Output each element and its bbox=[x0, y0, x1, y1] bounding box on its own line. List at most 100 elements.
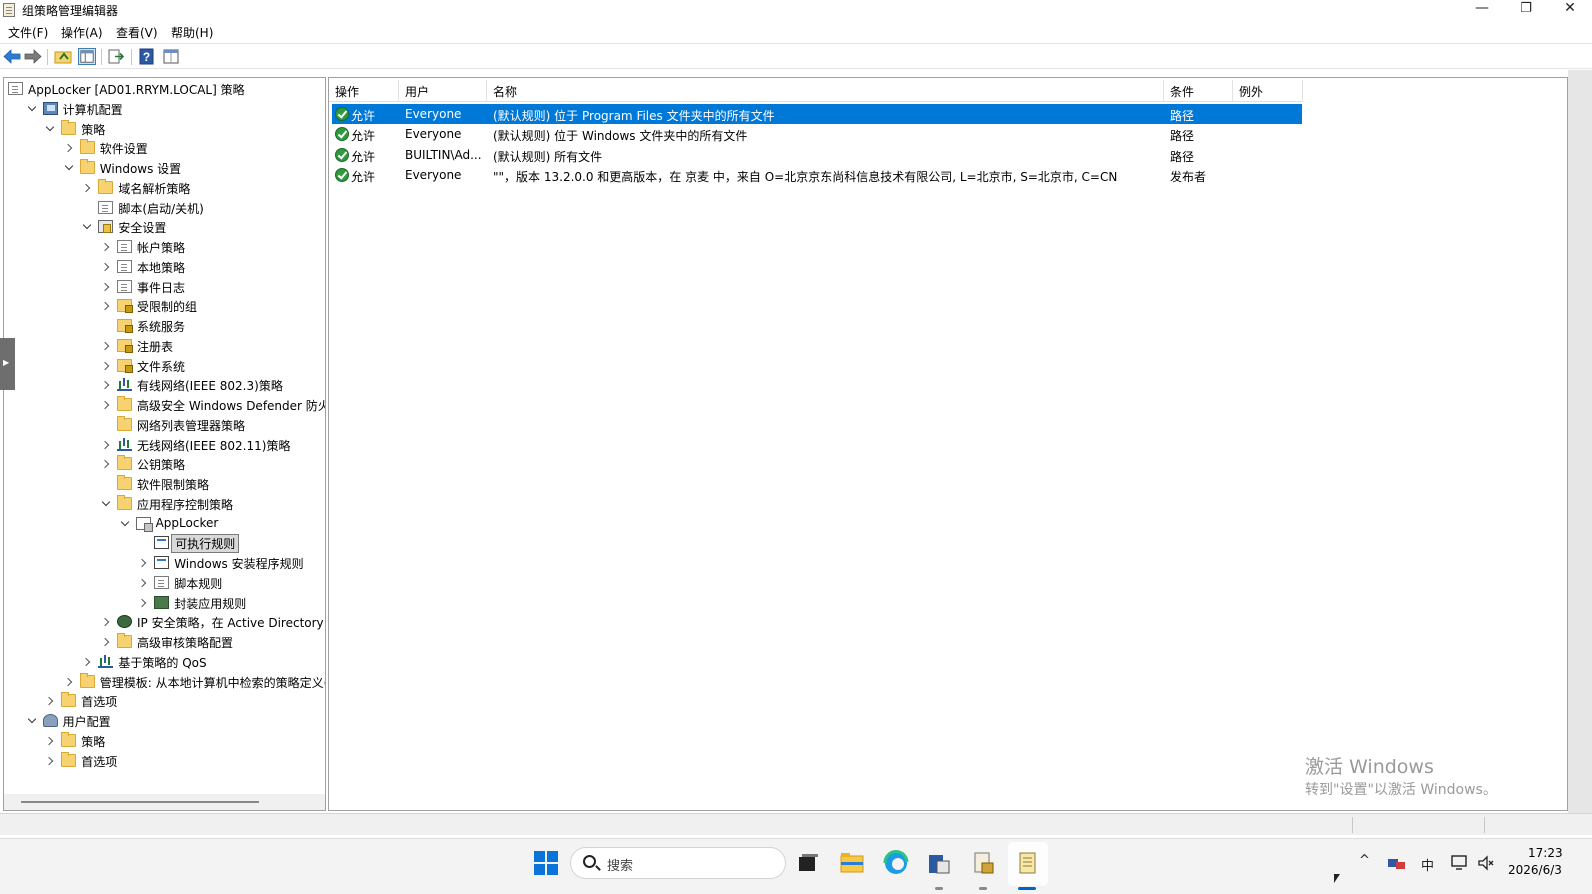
tree-item-label: Windows 设置 bbox=[99, 162, 182, 176]
server-manager-icon[interactable] bbox=[925, 849, 953, 877]
column-header-condition[interactable]: 条件 bbox=[1164, 80, 1233, 102]
chevron-down-icon[interactable] bbox=[27, 104, 37, 114]
check-icon bbox=[335, 107, 349, 121]
menu-action[interactable]: 操作(A) bbox=[61, 24, 103, 41]
gpo-management-icon[interactable] bbox=[969, 849, 997, 877]
chevron-right-icon[interactable] bbox=[101, 361, 111, 371]
status-separator bbox=[1484, 817, 1485, 833]
rules-list-pane[interactable]: 操作 用户 名称 条件 例外 允许 Everyone (默认规则) 位于 Pro… bbox=[328, 77, 1568, 811]
chevron-up-icon[interactable]: ^ bbox=[1359, 853, 1370, 868]
chevron-right-icon[interactable] bbox=[101, 459, 111, 469]
tree-item-label: IP 安全策略，在 Active Directory (RR bbox=[137, 616, 325, 631]
chevron-down-icon[interactable] bbox=[64, 163, 74, 173]
tree-item-label: 公钥策略 bbox=[137, 458, 186, 473]
chevron-right-icon[interactable] bbox=[64, 143, 74, 153]
ime-indicator[interactable]: 中 bbox=[1421, 855, 1434, 874]
folder-icon bbox=[79, 159, 95, 174]
ipsec-icon bbox=[117, 615, 132, 629]
column-header-action[interactable]: 操作 bbox=[329, 80, 399, 102]
clock-date[interactable]: 2026/6/3 bbox=[1508, 863, 1562, 877]
tree-item-label: 域名解析策略 bbox=[118, 181, 191, 196]
chevron-right-icon[interactable] bbox=[101, 282, 111, 292]
toolbar-separator bbox=[47, 49, 48, 65]
chevron-right-icon[interactable] bbox=[101, 301, 111, 311]
tree-item-label: 脚本规则 bbox=[174, 576, 223, 591]
chevron-right-icon[interactable] bbox=[138, 558, 148, 568]
chevron-right-icon[interactable] bbox=[101, 440, 111, 450]
edge-browser-icon[interactable] bbox=[882, 849, 910, 877]
forward-arrow-icon[interactable] bbox=[24, 48, 42, 65]
chevron-right-icon[interactable] bbox=[82, 657, 92, 667]
column-header-name[interactable]: 名称 bbox=[487, 80, 1164, 102]
folder-icon bbox=[98, 178, 114, 194]
scrollbar-thumb[interactable] bbox=[21, 801, 259, 803]
start-button[interactable] bbox=[534, 851, 558, 875]
chevron-right-icon[interactable] bbox=[45, 736, 55, 746]
export-list-icon[interactable] bbox=[107, 48, 125, 65]
folder-up-icon[interactable] bbox=[54, 48, 72, 65]
file-explorer-icon[interactable] bbox=[838, 849, 866, 877]
check-icon bbox=[335, 127, 349, 141]
table-row[interactable]: 允许 Everyone ""，版本 13.2.0.0 和更高版本，在 京麦 中，… bbox=[332, 165, 1302, 185]
back-arrow-icon[interactable] bbox=[3, 48, 21, 65]
chevron-right-icon[interactable] bbox=[45, 756, 55, 766]
chevron-right-icon bbox=[101, 420, 111, 430]
chevron-right-icon[interactable] bbox=[101, 637, 111, 647]
list-header: 操作 用户 名称 条件 例外 bbox=[329, 80, 1303, 102]
chevron-down-icon[interactable] bbox=[27, 716, 37, 726]
tree-item-label: 高级安全 Windows Defender 防火墙 bbox=[137, 399, 326, 413]
speaker-muted-icon[interactable] bbox=[1477, 855, 1495, 871]
folder-icon bbox=[61, 119, 77, 135]
chevron-right-icon[interactable] bbox=[138, 578, 148, 588]
clock-time[interactable]: 17:23 bbox=[1528, 846, 1563, 860]
chevron-right-icon[interactable] bbox=[101, 242, 111, 252]
cell-user: Everyone bbox=[405, 107, 462, 121]
toolbar-separator bbox=[101, 49, 102, 65]
table-row[interactable]: 允许 Everyone (默认规则) 位于 Windows 文件夹中的所有文件 … bbox=[332, 124, 1302, 144]
table-row[interactable]: 允许 Everyone (默认规则) 位于 Program Files 文件夹中… bbox=[332, 104, 1302, 124]
column-header-exception[interactable]: 例外 bbox=[1233, 80, 1303, 102]
chevron-right-icon[interactable] bbox=[101, 617, 111, 627]
chevron-right-icon[interactable] bbox=[101, 341, 111, 351]
search-placeholder: 搜索 bbox=[607, 859, 634, 874]
menu-file[interactable]: 文件(F) bbox=[8, 24, 48, 41]
chevron-right-icon[interactable] bbox=[101, 400, 111, 410]
chevron-right-icon[interactable] bbox=[138, 598, 148, 608]
view-pane-icon[interactable] bbox=[162, 48, 180, 65]
gpo-editor-taskbar-icon[interactable] bbox=[1013, 849, 1041, 877]
minimize-button[interactable]: — bbox=[1460, 0, 1504, 18]
show-hide-tree-icon[interactable] bbox=[78, 48, 96, 65]
menu-help[interactable]: 帮助(H) bbox=[171, 24, 213, 41]
help-icon[interactable]: ? bbox=[138, 48, 156, 65]
tree-item-label: 无线网络(IEEE 802.11)策略 bbox=[137, 438, 291, 453]
network-security-icon[interactable] bbox=[1387, 855, 1407, 871]
tree-item-label: 本地策略 bbox=[137, 260, 186, 275]
tree-item-label: 安全设置 bbox=[118, 221, 167, 236]
chevron-down-icon[interactable] bbox=[101, 499, 111, 509]
task-view-icon[interactable] bbox=[794, 849, 822, 877]
restore-button[interactable]: ❐ bbox=[1504, 0, 1548, 18]
chevron-right-icon[interactable] bbox=[45, 696, 55, 706]
column-header-user[interactable]: 用户 bbox=[399, 80, 487, 102]
menu-view[interactable]: 查看(V) bbox=[116, 24, 158, 41]
chevron-down-icon[interactable] bbox=[45, 124, 55, 134]
doc-icon bbox=[8, 82, 23, 95]
close-button[interactable]: ✕ bbox=[1548, 0, 1592, 18]
active-indicator bbox=[1018, 887, 1036, 890]
chevron-right-icon[interactable] bbox=[101, 262, 111, 272]
folder-icon bbox=[117, 415, 132, 431]
chevron-right-icon[interactable] bbox=[64, 677, 74, 687]
chevron-right-icon[interactable] bbox=[82, 183, 92, 193]
console-tree[interactable]: AppLocker [AD01.RRYM.LOCAL] 策略 计算机配置 策略 软件设… bbox=[3, 77, 326, 811]
table-row[interactable]: 允许 BUILTIN\Ad... (默认规则) 所有文件 路径 bbox=[332, 145, 1302, 165]
cell-condition: 发布者 bbox=[1170, 170, 1207, 184]
network-icon[interactable] bbox=[1451, 855, 1469, 871]
chevron-down-icon[interactable] bbox=[120, 519, 130, 529]
folder-lock-icon bbox=[117, 358, 133, 373]
tree-horizontal-scrollbar[interactable] bbox=[4, 794, 325, 810]
rule-icon bbox=[154, 536, 170, 550]
taskbar-search-box[interactable]: 搜索 bbox=[570, 847, 786, 879]
chevron-right-icon[interactable] bbox=[101, 380, 111, 390]
pane-toggle-tab[interactable]: ▶ bbox=[0, 338, 15, 390]
chevron-down-icon[interactable] bbox=[82, 222, 92, 232]
